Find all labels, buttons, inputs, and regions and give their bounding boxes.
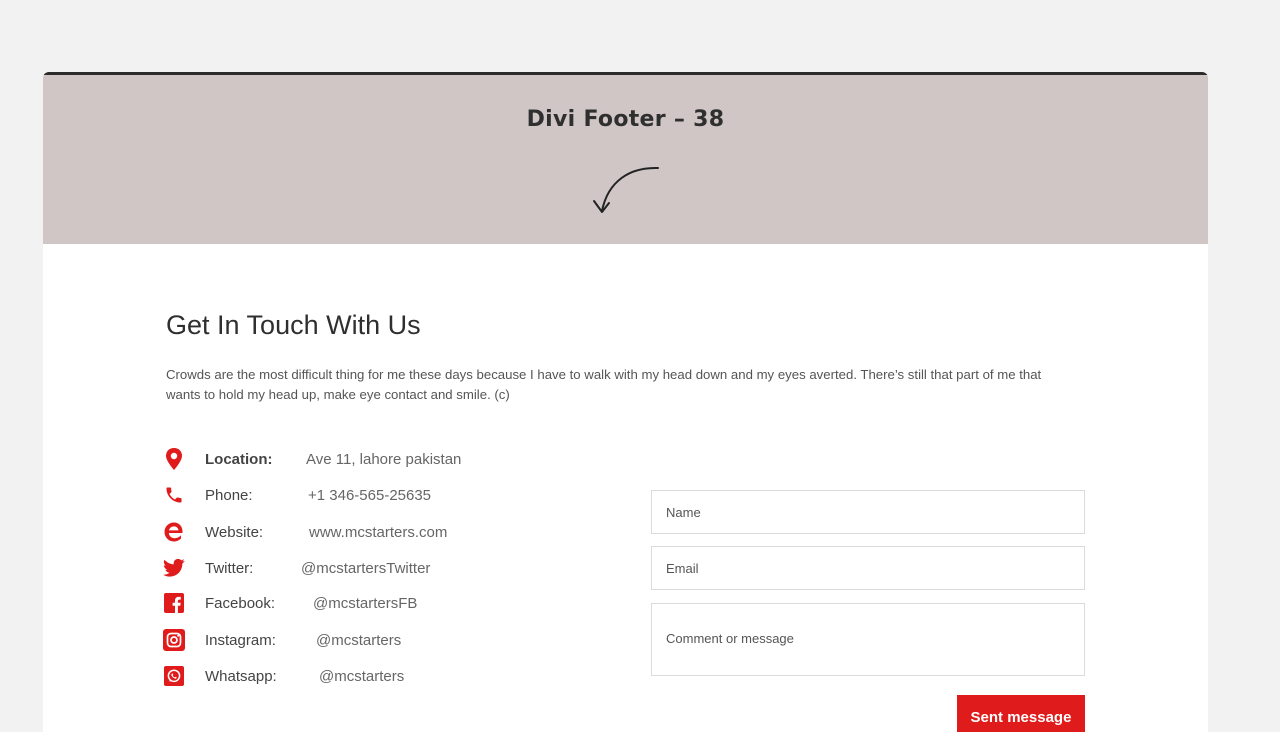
- info-value[interactable]: www.mcstarters.com: [309, 524, 447, 541]
- facebook-icon: [163, 592, 185, 614]
- footer-preview-card: Divi Footer – 38 Get In Touch With Us Cr…: [43, 72, 1208, 732]
- curved-arrow-icon: [593, 166, 659, 213]
- info-label: Twitter:: [205, 559, 254, 577]
- hero-banner: Divi Footer – 38: [43, 72, 1208, 244]
- info-value[interactable]: +1 346-565-25635: [308, 487, 431, 504]
- info-label: Facebook:: [205, 594, 276, 612]
- whatsapp-icon: [163, 665, 185, 687]
- location-pin-icon: [163, 448, 185, 470]
- info-label: Whatsapp:: [205, 667, 277, 685]
- info-label: Website:: [205, 523, 264, 541]
- info-value: Ave 11, lahore pakistan: [306, 450, 462, 468]
- info-row-website: Website: www.mcstarters.com: [163, 519, 447, 545]
- info-row-whatsapp: Whatsapp: @mcstarters: [163, 663, 404, 689]
- phone-icon: [163, 484, 185, 506]
- intro-text: Crowds are the most difficult thing for …: [166, 367, 1042, 402]
- info-label: Phone:: [205, 486, 253, 504]
- info-row-instagram: Instagram: @mcstarters: [163, 627, 401, 653]
- send-message-button[interactable]: Sent message: [957, 695, 1085, 732]
- info-row-phone: Phone: +1 346-565-25635: [163, 482, 431, 508]
- info-value[interactable]: @mcstartersFB: [313, 595, 417, 612]
- info-label: Instagram:: [205, 631, 276, 649]
- info-row-twitter: Twitter: @mcstartersTwitter: [163, 555, 430, 581]
- instagram-icon: [163, 629, 185, 651]
- twitter-icon: [163, 557, 185, 579]
- info-label: Location:: [205, 450, 273, 468]
- info-row-location: Location: Ave 11, lahore pakistan: [163, 446, 461, 472]
- section-title: Get In Touch With Us: [166, 310, 421, 340]
- info-value[interactable]: @mcstarters: [319, 668, 404, 685]
- message-field[interactable]: [651, 603, 1085, 676]
- email-field[interactable]: [651, 546, 1085, 590]
- info-value[interactable]: @mcstarters: [316, 632, 401, 649]
- info-row-facebook: Facebook: @mcstartersFB: [163, 590, 417, 616]
- name-field[interactable]: [651, 490, 1085, 534]
- edge-browser-icon: [163, 521, 185, 543]
- page-title: Divi Footer – 38: [526, 107, 725, 132]
- info-value[interactable]: @mcstartersTwitter: [301, 560, 430, 577]
